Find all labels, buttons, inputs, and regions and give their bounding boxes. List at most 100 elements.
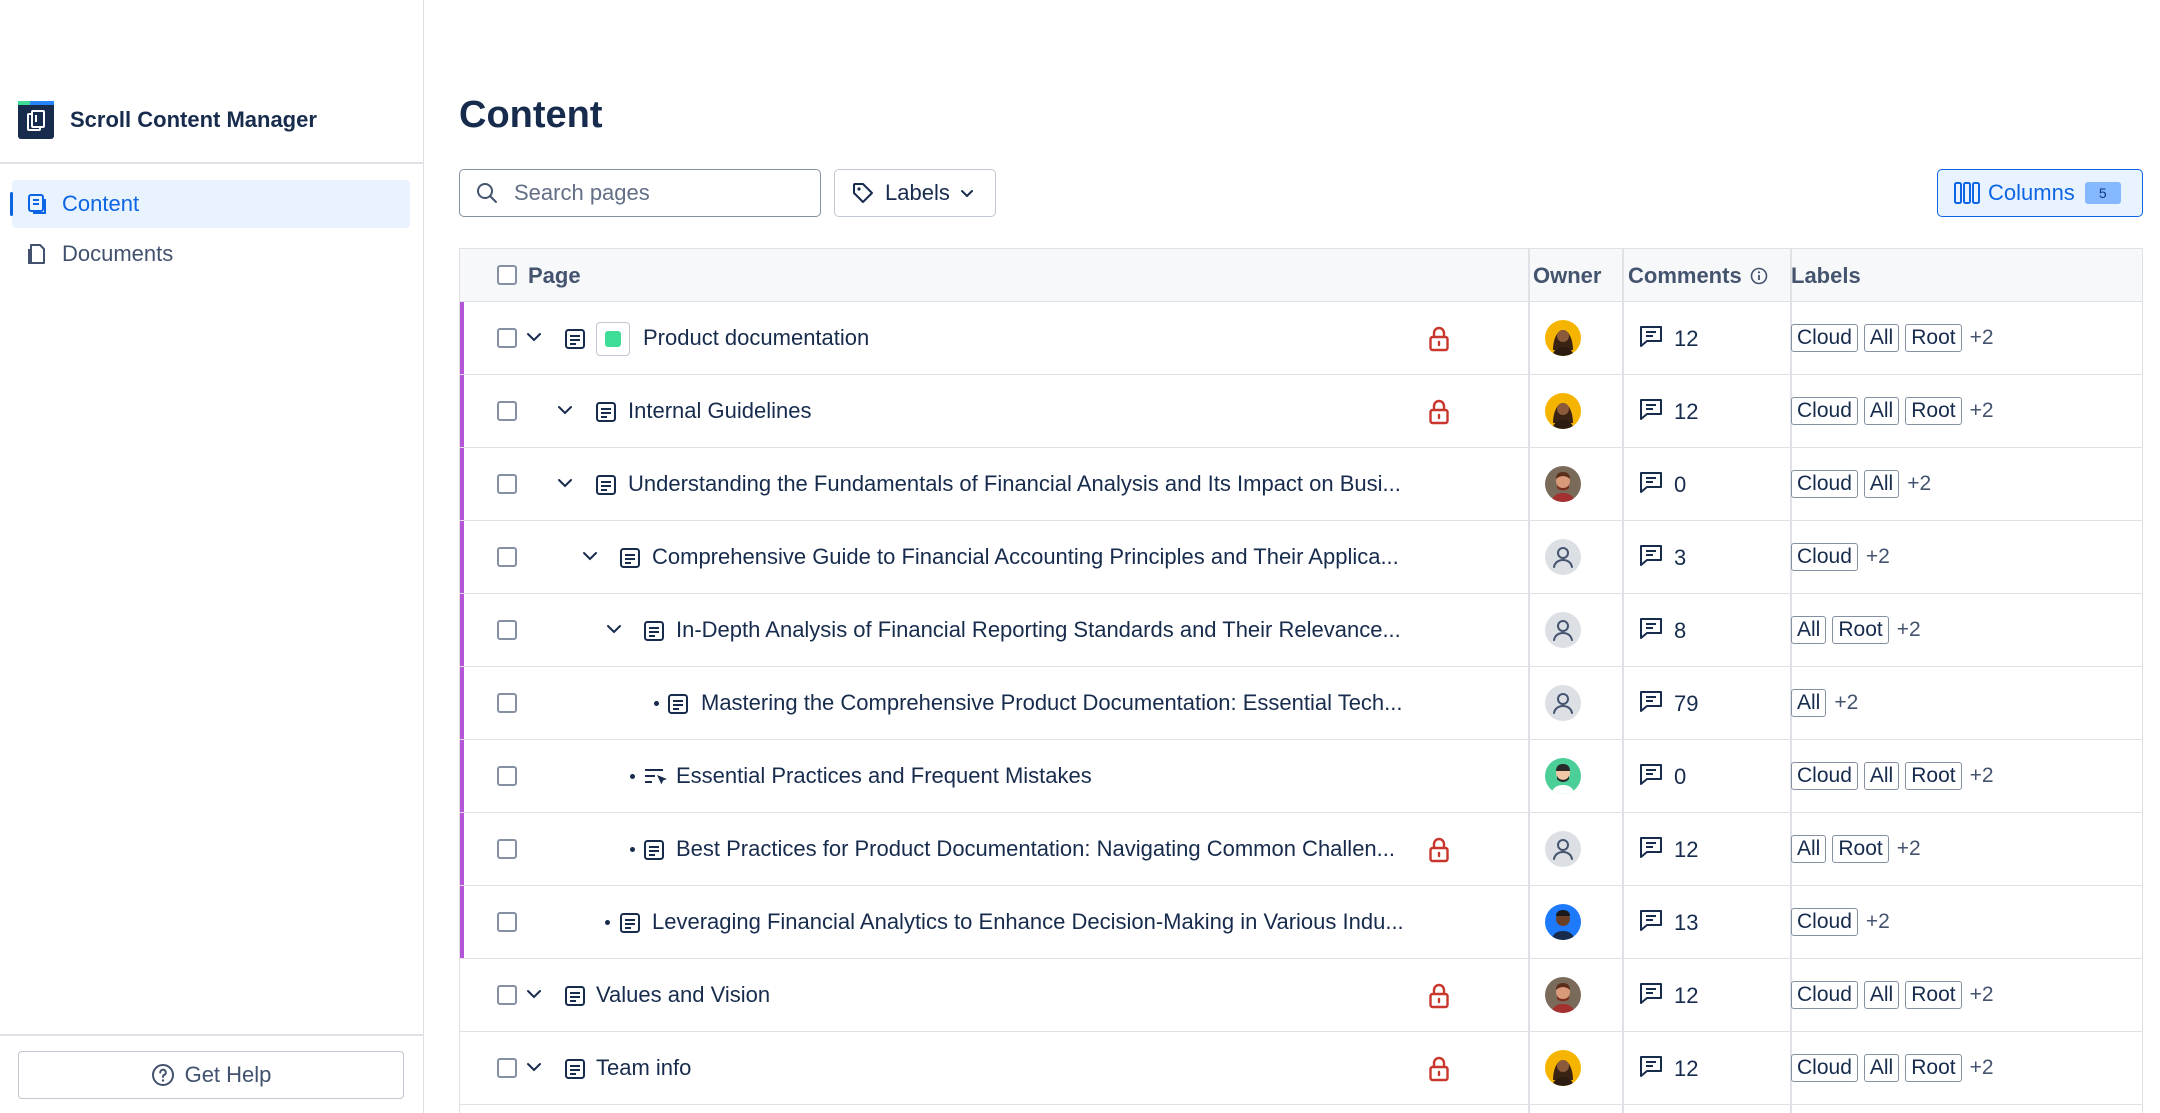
label-chip[interactable]: All (1863, 470, 1900, 498)
row-checkbox[interactable] (497, 912, 517, 932)
row-checkbox[interactable] (497, 766, 517, 786)
label-chip[interactable]: Cloud (1791, 324, 1858, 352)
label-chip[interactable]: Cloud (1791, 543, 1858, 571)
label-chip[interactable]: Root (1905, 324, 1962, 352)
label-chip[interactable]: All (1863, 324, 1900, 352)
row-checkbox[interactable] (497, 620, 517, 640)
more-labels-count[interactable]: +2 (1866, 545, 1890, 569)
label-chip[interactable]: All (1863, 1054, 1900, 1082)
more-labels-count[interactable]: +2 (1970, 326, 1994, 350)
columns-button[interactable]: Columns 5 (1937, 169, 2143, 217)
owner-avatar[interactable] (1545, 612, 1581, 648)
more-labels-count[interactable]: +2 (1866, 910, 1890, 934)
page-title-link[interactable]: Comprehensive Guide to Financial Account… (652, 544, 1399, 570)
row-checkbox[interactable] (497, 328, 517, 348)
row-checkbox[interactable] (497, 401, 517, 421)
expand-chevron-icon[interactable] (556, 401, 574, 424)
labels-filter-button[interactable]: Labels (834, 169, 996, 217)
page-title-link[interactable]: Best Practices for Product Documentation… (676, 836, 1395, 862)
page-title-link[interactable]: Internal Guidelines (628, 398, 811, 424)
owner-avatar[interactable] (1545, 466, 1581, 502)
label-chip[interactable]: All (1863, 397, 1900, 425)
owner-avatar[interactable] (1545, 904, 1581, 940)
table-row[interactable]: Team info 12 Cloud All Root +2 (460, 1032, 2142, 1105)
label-chip[interactable]: Root (1905, 397, 1962, 425)
table-row[interactable]: Product documentation 12 Cloud All Root +2 (460, 302, 2142, 375)
select-all-checkbox[interactable] (497, 265, 517, 285)
column-header-owner[interactable]: Owner (1533, 249, 1601, 302)
column-header-comments[interactable]: Comments (1628, 249, 1768, 302)
owner-avatar[interactable] (1545, 393, 1581, 429)
owner-avatar[interactable] (1545, 977, 1581, 1013)
table-row[interactable]: Essential Practices and Frequent Mistake… (460, 740, 2142, 813)
column-header-labels[interactable]: Labels (1791, 249, 1861, 302)
app-brand[interactable]: Scroll Content Manager (18, 100, 317, 140)
label-chip[interactable]: Cloud (1791, 981, 1858, 1009)
more-labels-count[interactable]: +2 (1834, 691, 1858, 715)
more-labels-count[interactable]: +2 (1907, 472, 1931, 496)
label-chip[interactable]: Cloud (1791, 1054, 1858, 1082)
label-chip[interactable]: All (1791, 835, 1827, 863)
row-checkbox[interactable] (497, 547, 517, 567)
expand-chevron-icon[interactable] (525, 1058, 543, 1081)
sidebar-item-documents[interactable]: Documents (12, 230, 410, 278)
owner-avatar[interactable] (1545, 320, 1581, 356)
more-labels-count[interactable]: +2 (1970, 764, 1994, 788)
owner-avatar[interactable] (1545, 685, 1581, 721)
table-row[interactable]: Internal Guidelines 12 Cloud All Root +2 (460, 375, 2142, 448)
row-checkbox[interactable] (497, 839, 517, 859)
more-labels-count[interactable]: +2 (1970, 399, 1994, 423)
row-checkbox[interactable] (497, 985, 517, 1005)
page-title-link[interactable]: Leveraging Financial Analytics to Enhanc… (652, 909, 1404, 935)
more-labels-count[interactable]: +2 (1897, 837, 1921, 861)
row-checkbox[interactable] (497, 1058, 517, 1078)
table-row[interactable]: Best Practices for Product Documentation… (460, 813, 2142, 886)
owner-avatar[interactable] (1545, 758, 1581, 794)
table-row[interactable]: Understanding the Fundamentals of Financ… (460, 448, 2142, 521)
label-chip[interactable]: Root (1905, 1054, 1962, 1082)
expand-chevron-icon[interactable] (581, 547, 599, 570)
label-chip[interactable]: Root (1905, 981, 1962, 1009)
expand-chevron-icon[interactable] (525, 985, 543, 1008)
page-title-link[interactable]: Team info (596, 1055, 691, 1081)
table-row[interactable]: Comprehensive Guide to Financial Account… (460, 521, 2142, 594)
expand-chevron-icon[interactable] (556, 474, 574, 497)
row-checkbox[interactable] (497, 474, 517, 494)
table-row[interactable]: Leveraging Financial Analytics to Enhanc… (460, 886, 2142, 959)
more-labels-count[interactable]: +2 (1970, 1056, 1994, 1080)
label-chip[interactable]: Root (1832, 616, 1889, 644)
page-title-link[interactable]: In-Depth Analysis of Financial Reporting… (676, 617, 1401, 643)
expand-chevron-icon[interactable] (605, 620, 623, 643)
page-title-link[interactable]: Understanding the Fundamentals of Financ… (628, 471, 1401, 497)
label-chip[interactable]: Cloud (1791, 397, 1858, 425)
page-title-link[interactable]: Essential Practices and Frequent Mistake… (676, 763, 1092, 789)
get-help-button[interactable]: Get Help (18, 1051, 404, 1099)
label-chip[interactable]: All (1791, 616, 1827, 644)
label-chip[interactable]: Root (1832, 835, 1889, 863)
info-icon[interactable] (1750, 267, 1768, 285)
table-row[interactable]: In-Depth Analysis of Financial Reporting… (460, 594, 2142, 667)
page-title-link[interactable]: Values and Vision (596, 982, 770, 1008)
table-row[interactable]: Values and Vision 12 Cloud All Root +2 (460, 959, 2142, 1032)
search-input[interactable] (514, 180, 804, 206)
search-box[interactable] (459, 169, 821, 217)
label-chip[interactable]: All (1791, 689, 1827, 717)
label-chip[interactable]: Cloud (1791, 762, 1858, 790)
table-row[interactable]: Mastering the Comprehensive Product Docu… (460, 667, 2142, 740)
label-chip[interactable]: Cloud (1791, 470, 1858, 498)
label-chip[interactable]: All (1863, 981, 1900, 1009)
page-title-link[interactable]: Product documentation (643, 325, 869, 351)
column-header-page[interactable]: Page (528, 249, 581, 302)
more-labels-count[interactable]: +2 (1897, 618, 1921, 642)
sidebar-item-content[interactable]: Content (10, 180, 410, 228)
label-chip[interactable]: Root (1905, 762, 1962, 790)
expand-chevron-icon[interactable] (525, 328, 543, 351)
owner-avatar[interactable] (1545, 831, 1581, 867)
label-chip[interactable]: All (1863, 762, 1900, 790)
owner-avatar[interactable] (1545, 539, 1581, 575)
page-title-link[interactable]: Mastering the Comprehensive Product Docu… (701, 690, 1403, 716)
owner-avatar[interactable] (1545, 1050, 1581, 1086)
row-checkbox[interactable] (497, 693, 517, 713)
label-chip[interactable]: Cloud (1791, 908, 1858, 936)
more-labels-count[interactable]: +2 (1970, 983, 1994, 1007)
